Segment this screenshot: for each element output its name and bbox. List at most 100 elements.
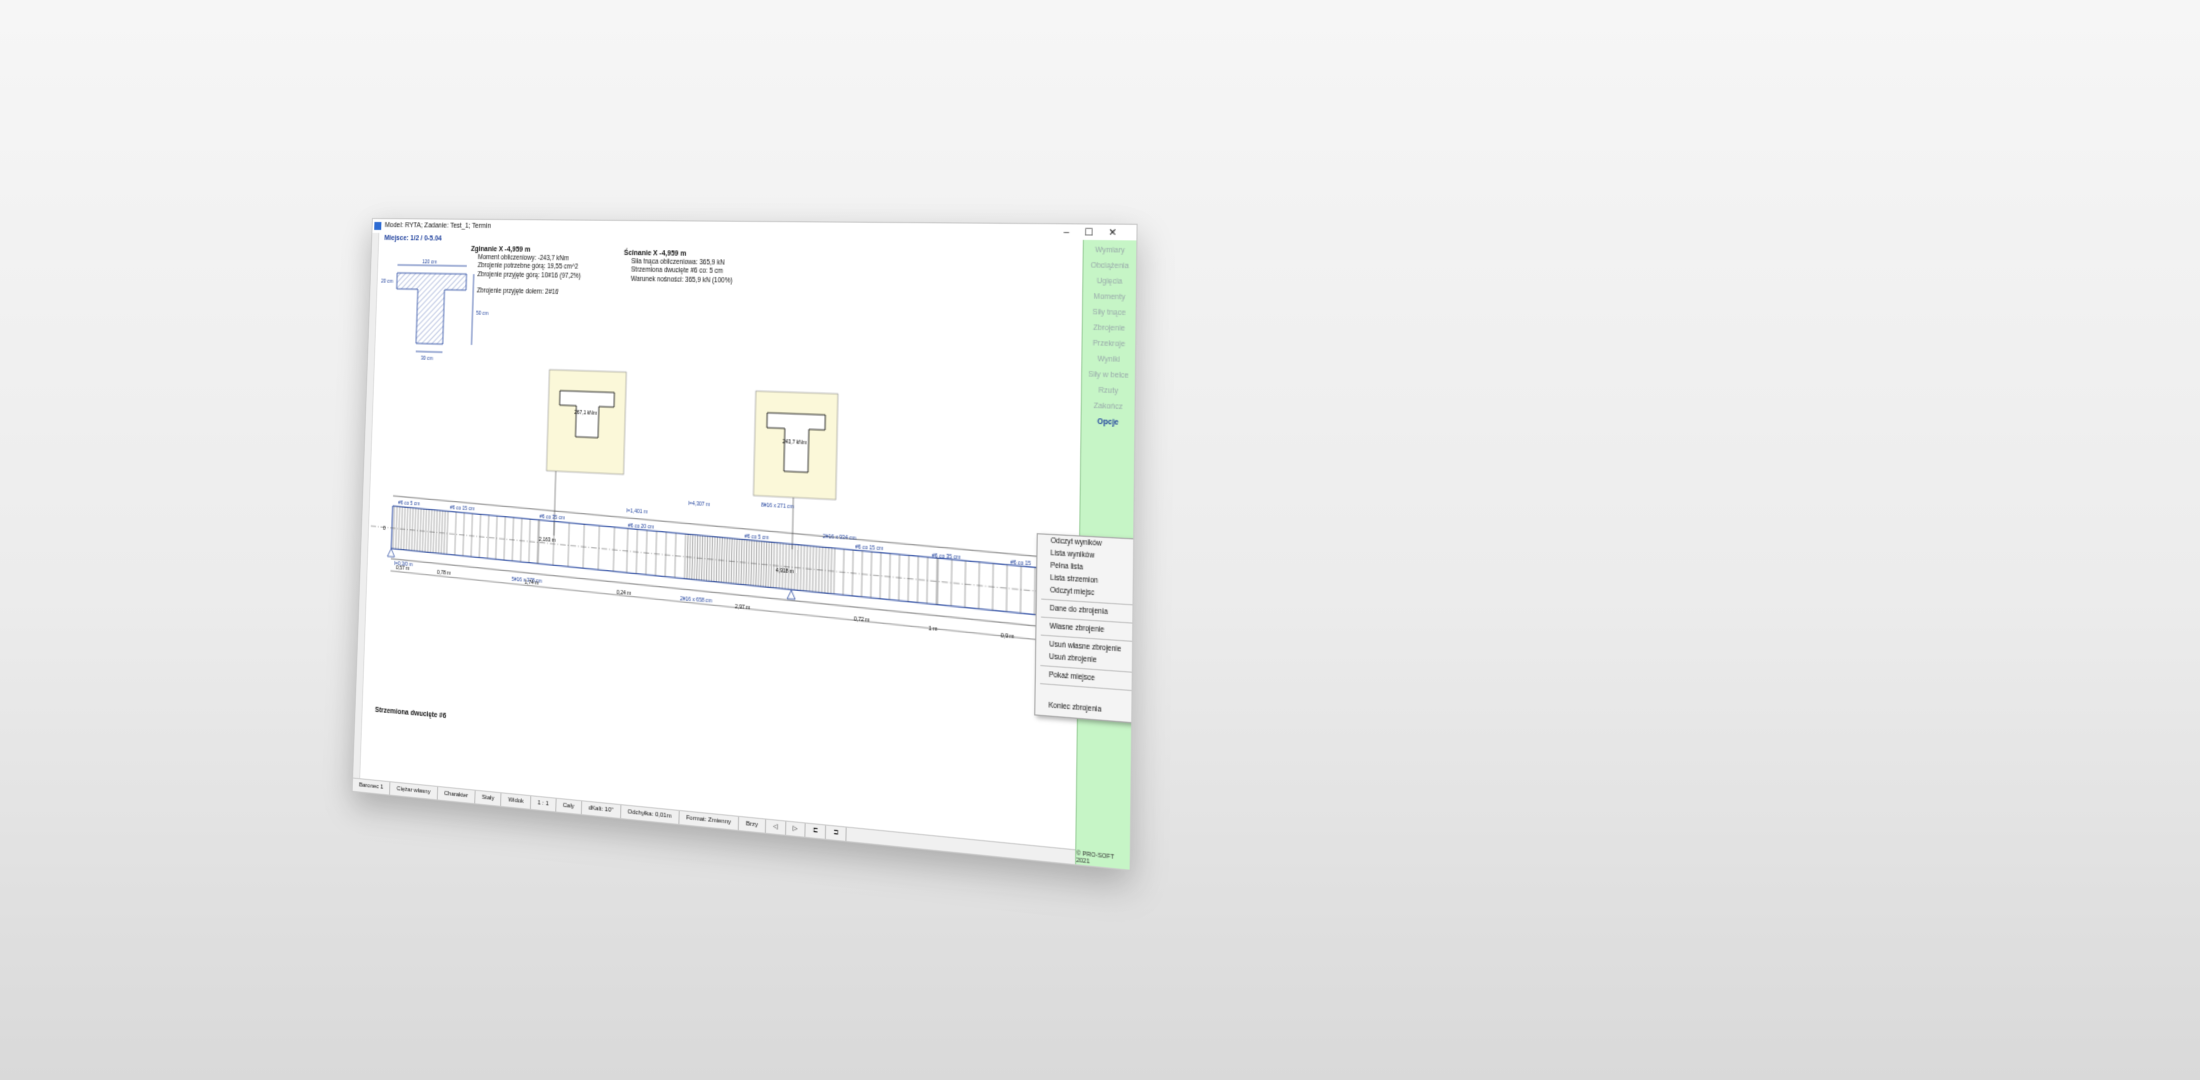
stirrup-line bbox=[675, 533, 676, 578]
sidebar-item[interactable]: Momenty bbox=[1083, 293, 1136, 303]
sidebar-item[interactable]: Wyniki bbox=[1082, 355, 1135, 365]
dimension-label: 2,97 m bbox=[735, 604, 750, 612]
stirrup-line bbox=[951, 559, 952, 606]
stirrup-line bbox=[704, 536, 705, 581]
stirrup-line bbox=[406, 507, 407, 550]
status-item[interactable]: Stały bbox=[475, 791, 502, 806]
stirrup-line bbox=[420, 509, 421, 552]
stirrup-line bbox=[751, 540, 752, 585]
stirrup-line bbox=[779, 543, 780, 588]
stirrup-line bbox=[936, 558, 937, 604]
stirrup-line bbox=[646, 530, 647, 574]
dimension-label: 0,72 m bbox=[854, 616, 870, 624]
sidebar-item[interactable]: Siły w belce bbox=[1082, 371, 1135, 382]
stirrup-line bbox=[768, 542, 769, 587]
stirrup-line bbox=[937, 558, 938, 604]
drawing-area[interactable]: Miejsce: 1/2 / 0-5.04 Zginanie X -4,959 … bbox=[353, 233, 1084, 851]
stirrup-line bbox=[655, 531, 656, 575]
stirrup-line bbox=[758, 541, 759, 586]
stirrup-line bbox=[709, 536, 710, 581]
maximize-button[interactable]: ☐ bbox=[1084, 227, 1108, 238]
stirrup-line bbox=[743, 540, 744, 585]
sidebar-item[interactable]: Zakończ bbox=[1082, 402, 1135, 413]
stirrup-line bbox=[430, 510, 431, 553]
stirrup-line bbox=[825, 547, 826, 593]
stirrup-line bbox=[1020, 566, 1021, 613]
sidebar-item[interactable]: Siły tnące bbox=[1083, 309, 1136, 319]
stirrup-line bbox=[748, 540, 749, 585]
stirrups-note: Strzemiona dwucięte #6 bbox=[375, 707, 446, 720]
stirrup-line bbox=[398, 507, 399, 550]
status-item[interactable]: ▷ bbox=[786, 822, 806, 837]
stirrup-label: #6 co 20 cm bbox=[628, 523, 654, 531]
minimize-button[interactable]: – bbox=[1064, 226, 1085, 237]
stirrup-line bbox=[433, 510, 434, 553]
point-label: 2,163 m bbox=[539, 537, 556, 544]
context-menu-label: Odczyt miejsc bbox=[1050, 587, 1094, 598]
stirrup-line bbox=[726, 538, 727, 583]
status-item[interactable]: Ciężar własny bbox=[390, 782, 438, 799]
context-menu-label: Odczyt wyników bbox=[1051, 537, 1102, 548]
application-window: Model: RYTA; Zadanie: Test_1; Termin –☐✕… bbox=[352, 218, 1138, 871]
stirrup-line bbox=[568, 523, 569, 567]
stirrup-line bbox=[917, 556, 918, 602]
popup-left-moment: 267,1 kNm bbox=[574, 410, 597, 417]
copyright: © PRO-SOFT 2021 bbox=[1076, 850, 1129, 869]
upper-bar-label: 2#16 x 934 cm bbox=[823, 534, 856, 542]
section-popup-left: 267,1 kNm bbox=[546, 370, 626, 475]
stirrup-line bbox=[396, 506, 397, 549]
app-icon bbox=[374, 222, 381, 230]
sidebar-item[interactable]: Obciążenia bbox=[1084, 262, 1137, 272]
dimension-label: 0,24 m bbox=[616, 590, 631, 597]
stirrup-line bbox=[880, 553, 881, 599]
stirrup-line bbox=[447, 511, 448, 554]
context-menu-label: Lista strzemion bbox=[1050, 574, 1098, 585]
stirrup-line bbox=[731, 538, 732, 583]
dimension-label: 0,9 m bbox=[1001, 633, 1015, 641]
sidebar-item[interactable]: Wymiary bbox=[1084, 247, 1137, 256]
stirrup-line bbox=[412, 508, 413, 551]
stirrup-line bbox=[706, 536, 707, 581]
status-item[interactable]: Brzy bbox=[739, 817, 766, 833]
status-item[interactable]: Charakter bbox=[437, 787, 475, 803]
point-label: 4,918 m bbox=[776, 568, 794, 576]
stirrup-line bbox=[734, 539, 735, 584]
stirrup-line bbox=[444, 511, 445, 554]
stirrup-line bbox=[414, 508, 415, 551]
sidebar-item[interactable]: Rzuty bbox=[1082, 386, 1135, 397]
status-item[interactable]: Cały bbox=[556, 799, 582, 814]
stirrup-label: #6 co 15 bbox=[1010, 560, 1031, 568]
context-menu-label: Pełna lista bbox=[1050, 562, 1083, 572]
stirrup-line bbox=[738, 539, 739, 584]
status-item[interactable]: ◁ bbox=[766, 820, 786, 835]
stirrup-line bbox=[471, 514, 472, 557]
stirrup-line bbox=[729, 538, 730, 583]
status-item[interactable]: ⊏ bbox=[806, 824, 827, 839]
sidebar-item[interactable]: Zbrojenie bbox=[1083, 324, 1136, 334]
close-button[interactable]: ✕ bbox=[1108, 227, 1132, 238]
stirrup-line bbox=[736, 539, 737, 584]
stirrup-label: #6 co 35 cm bbox=[932, 553, 961, 561]
sidebar-item[interactable]: Przekroje bbox=[1083, 340, 1136, 350]
status-item[interactable]: ⊐ bbox=[826, 826, 847, 841]
stirrup-line bbox=[794, 544, 795, 589]
sidebar-item[interactable]: Opcje bbox=[1082, 418, 1135, 429]
stirrup-line bbox=[689, 534, 690, 579]
stirrup-line bbox=[699, 535, 700, 580]
stirrup-line bbox=[763, 542, 764, 587]
stirrup-line bbox=[487, 515, 488, 558]
stirrup-line bbox=[753, 541, 754, 586]
stirrup-line bbox=[455, 512, 456, 555]
status-item[interactable]: 1 : 1 bbox=[531, 796, 556, 811]
status-item[interactable]: dKalt: 10" bbox=[582, 801, 621, 818]
status-item[interactable]: Widok bbox=[501, 793, 531, 809]
upper-bar-label: l=4,307 m bbox=[688, 501, 710, 509]
sidebar-item[interactable]: Ugięcia bbox=[1083, 278, 1136, 288]
height-label: 50 cm bbox=[476, 311, 488, 317]
stirrup-line bbox=[782, 543, 783, 588]
stirrup-line bbox=[766, 542, 767, 587]
status-item[interactable]: Baronec 1 bbox=[353, 779, 391, 795]
stirrup-label: #6 co 35 cm bbox=[539, 514, 565, 522]
context-menu: Odczyt wyników Lista wyników Pełna lista Li… bbox=[1034, 533, 1137, 724]
popup-right-moment: 243,7 kNm bbox=[782, 439, 806, 447]
